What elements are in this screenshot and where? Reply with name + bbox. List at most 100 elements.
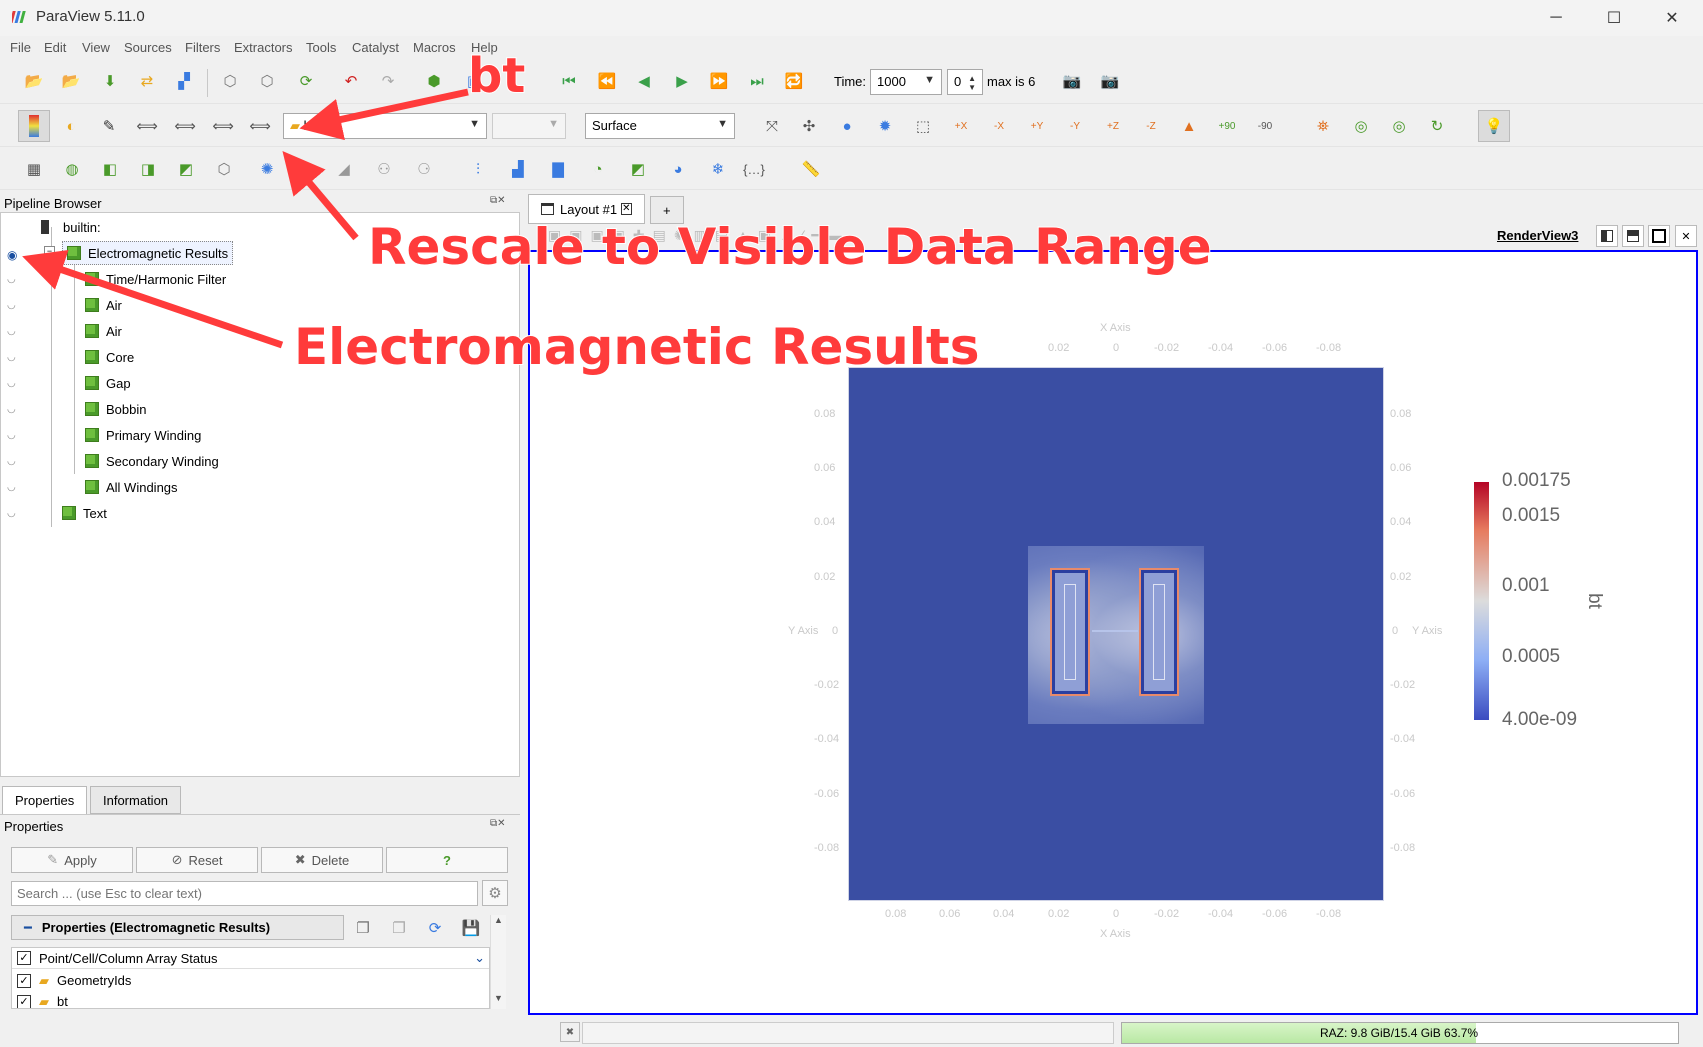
split-horizontal-icon[interactable] xyxy=(1596,225,1618,247)
menu-macros[interactable]: Macros xyxy=(413,40,456,55)
rotate-minus-90-icon[interactable]: -90 xyxy=(1251,112,1279,140)
loop-icon[interactable]: 🔁 xyxy=(780,67,808,95)
tab-information[interactable]: Information xyxy=(90,786,182,814)
view-plus-x-icon[interactable]: +X xyxy=(947,112,975,140)
eye-hidden-icon[interactable]: ◡ xyxy=(7,508,23,519)
eye-hidden-icon[interactable]: ◡ xyxy=(7,404,23,415)
view-name[interactable]: RenderView3 xyxy=(1497,228,1578,243)
menu-filters[interactable]: Filters xyxy=(185,40,220,55)
view-minus-y-icon[interactable]: -Y xyxy=(1061,112,1089,140)
pipeline-item[interactable]: ◡ Text xyxy=(1,501,521,525)
show-center-icon[interactable]: ⛯ xyxy=(1309,112,1337,140)
rotate-plus-90-icon[interactable]: +90 xyxy=(1213,112,1241,140)
menu-edit[interactable]: Edit xyxy=(44,40,66,55)
eye-hidden-icon[interactable]: ◡ xyxy=(7,482,23,493)
reset-center-icon[interactable]: ◎ xyxy=(1347,112,1375,140)
close-button[interactable]: ✕ xyxy=(1643,0,1701,36)
open-recent-icon[interactable]: 📂 xyxy=(57,67,85,95)
paste-icon[interactable]: ❐ xyxy=(384,914,414,942)
properties-scrollbar[interactable]: ▲ ▼ xyxy=(490,915,506,1009)
choose-preset-icon[interactable]: ✎ xyxy=(95,112,123,140)
eye-hidden-icon[interactable]: ◡ xyxy=(7,352,23,363)
pipeline-root[interactable]: builtin: xyxy=(41,215,101,239)
rescale-data-range-icon[interactable]: ⟺ xyxy=(133,112,161,140)
interaction-mode-icon[interactable]: ↻ xyxy=(1423,112,1451,140)
reset-camera-icon[interactable]: ⤧ xyxy=(758,112,786,140)
save-data-icon[interactable]: ⬇ xyxy=(96,67,124,95)
rescale-temporal-range-icon[interactable]: ⟺ xyxy=(209,112,237,140)
ruler-icon[interactable]: 📏 xyxy=(797,155,825,183)
view-plus-z-icon[interactable]: +Z xyxy=(1099,112,1127,140)
apply-button[interactable]: ✎ Apply xyxy=(11,847,133,873)
eye-hidden-icon[interactable]: ◡ xyxy=(7,300,23,311)
maximize-view-icon[interactable] xyxy=(1648,225,1670,247)
redo-icon[interactable]: ↷ xyxy=(374,67,402,95)
chevron-down-icon[interactable]: ⌄ xyxy=(474,950,485,966)
previous-frame-icon[interactable]: ⏪ xyxy=(593,67,621,95)
python-shell-icon[interactable]: ▞ xyxy=(170,67,198,95)
zoom-to-box-icon[interactable]: ⬚ xyxy=(909,112,937,140)
first-frame-icon[interactable]: ⏮ xyxy=(555,67,583,95)
time-value-combo[interactable]: 1000 ▼ xyxy=(870,69,942,95)
checkbox-icon[interactable]: ✓ xyxy=(17,994,31,1008)
eye-visible-icon[interactable]: ◉ xyxy=(7,248,23,262)
save-defaults-icon[interactable]: 💾 xyxy=(456,914,486,942)
pipeline-item[interactable]: ◡ Air xyxy=(1,293,521,317)
color-array-combo[interactable]: ▰ bt ▼ xyxy=(283,113,487,139)
pipeline-item[interactable]: ◡ Secondary Winding xyxy=(1,449,521,473)
array-status-header[interactable]: ✓ Point/Cell/Column Array Status ⌄ xyxy=(12,948,489,969)
split-vertical-icon[interactable] xyxy=(1622,225,1644,247)
menu-tools[interactable]: Tools xyxy=(306,40,336,55)
menu-sources[interactable]: Sources xyxy=(124,40,172,55)
pipeline-item[interactable]: ◡ Bobbin xyxy=(1,397,521,421)
menu-catalyst[interactable]: Catalyst xyxy=(352,40,399,55)
slice-icon[interactable]: ◨ xyxy=(134,155,162,183)
view-minus-x-icon[interactable]: -X xyxy=(985,112,1013,140)
temporal-statistics-icon[interactable]: ❄ xyxy=(704,155,732,183)
checkbox-icon[interactable]: ✓ xyxy=(17,951,31,965)
reverse-play-icon[interactable]: ◀ xyxy=(630,67,658,95)
warp-vector-icon[interactable]: ◢ xyxy=(330,155,358,183)
pick-center-icon[interactable]: ◎ xyxy=(1385,112,1413,140)
capture-screenshot-icon[interactable]: 📷 xyxy=(1058,67,1086,95)
open-file-icon[interactable]: 📂 xyxy=(20,67,48,95)
view-minus-z-icon[interactable]: -Z xyxy=(1137,112,1165,140)
help-button[interactable]: ? xyxy=(386,847,508,873)
stream-tracer-icon[interactable]: ≈ xyxy=(291,155,319,183)
isometric-view-icon[interactable]: ▲ xyxy=(1175,112,1203,140)
restore-defaults-icon[interactable]: ⟳ xyxy=(420,914,450,942)
eye-hidden-icon[interactable]: ◡ xyxy=(7,274,23,285)
checkbox-icon[interactable]: ✓ xyxy=(17,973,31,988)
pipeline-item[interactable]: ◡ Primary Winding xyxy=(1,423,521,447)
eye-hidden-icon[interactable]: ◡ xyxy=(7,430,23,441)
representation-combo[interactable]: Surface ▼ xyxy=(585,113,735,139)
eye-hidden-icon[interactable]: ◡ xyxy=(7,456,23,467)
probe-icon[interactable]: ⫶ xyxy=(464,155,492,183)
maximize-button[interactable]: ☐ xyxy=(1585,0,1643,36)
zoom-to-data-icon[interactable]: ● xyxy=(833,112,861,140)
connect-icon[interactable]: ⇄ xyxy=(133,67,161,95)
rescale-visible-range-icon[interactable]: ⟺ xyxy=(246,112,274,140)
histogram-icon[interactable]: ▇ xyxy=(544,155,572,183)
plot-over-line-icon[interactable]: ▟ xyxy=(504,155,532,183)
zoom-closest-icon[interactable]: ✹ xyxy=(871,112,899,140)
menu-file[interactable]: File xyxy=(10,40,31,55)
tab-properties[interactable]: Properties xyxy=(2,786,88,814)
menu-extractors[interactable]: Extractors xyxy=(234,40,293,55)
light-kit-icon[interactable]: 💡 xyxy=(1478,110,1510,142)
last-frame-icon[interactable]: ⏭ xyxy=(743,67,771,95)
auto-apply-icon[interactable]: ⟳ xyxy=(292,67,320,95)
extract-subset-icon[interactable]: ⬡ xyxy=(210,155,238,183)
next-frame-icon[interactable]: ⏩ xyxy=(705,67,733,95)
list-item[interactable]: ✓ ▰ bt xyxy=(12,991,489,1008)
capture-preview-icon[interactable]: 📷 xyxy=(1096,67,1124,95)
pipeline-item[interactable]: ◡ All Windings xyxy=(1,475,521,499)
plot-data-icon[interactable]: ◔ xyxy=(584,155,612,183)
clear-status-icon[interactable]: ✖ xyxy=(560,1022,580,1042)
glyph-icon[interactable]: ✺ xyxy=(253,155,281,183)
threshold-icon[interactable]: ◩ xyxy=(172,155,200,183)
reset-session-icon[interactable]: ⬢ xyxy=(420,67,448,95)
close-view-icon[interactable]: ✕ xyxy=(1675,225,1697,247)
time-index-spinbox[interactable]: 0 ▲ ▼ xyxy=(947,69,983,95)
list-item[interactable]: ✓ ▰ GeometryIds xyxy=(12,970,489,991)
